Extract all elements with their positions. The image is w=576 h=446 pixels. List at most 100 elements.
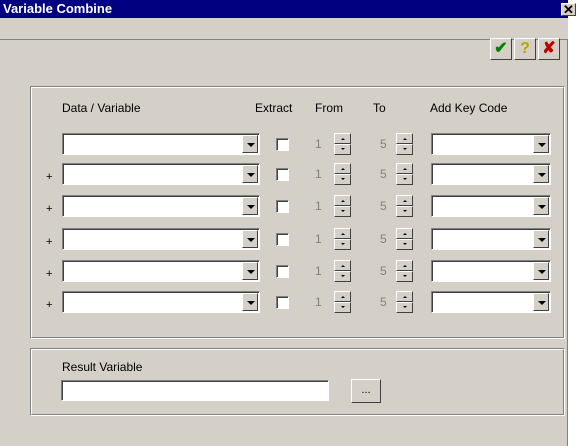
result-variable-label: Result Variable xyxy=(62,360,143,374)
chevron-down-icon[interactable] xyxy=(242,262,258,280)
to-value: 5 xyxy=(380,295,387,309)
cancel-button[interactable]: ✘ xyxy=(538,38,560,60)
chevron-down-icon[interactable] xyxy=(533,230,549,248)
window-title: Variable Combine xyxy=(3,1,113,16)
spin-down-icon[interactable] xyxy=(396,302,413,313)
close-icon: ✕ xyxy=(563,2,574,17)
from-value: 1 xyxy=(315,264,322,278)
chevron-down-icon[interactable] xyxy=(533,135,549,153)
spin-up-icon[interactable] xyxy=(334,195,351,206)
chevron-down-icon[interactable] xyxy=(242,293,258,311)
spin-up-icon[interactable] xyxy=(396,195,413,206)
spin-up-icon[interactable] xyxy=(396,163,413,174)
key-code-combo[interactable] xyxy=(431,260,551,282)
spin-down-icon[interactable] xyxy=(334,206,351,217)
header-extract: Extract xyxy=(255,101,293,115)
spin-down-icon[interactable] xyxy=(396,144,413,155)
toolbar xyxy=(0,18,568,40)
extract-checkbox[interactable] xyxy=(276,138,289,151)
chevron-down-icon[interactable] xyxy=(242,165,258,183)
from-value: 1 xyxy=(315,137,322,151)
spin-down-icon[interactable] xyxy=(334,144,351,155)
spin-down-icon[interactable] xyxy=(334,239,351,250)
extract-checkbox[interactable] xyxy=(276,233,289,246)
to-spinner[interactable] xyxy=(396,163,413,185)
spin-down-icon[interactable] xyxy=(396,206,413,217)
to-value: 5 xyxy=(380,137,387,151)
chevron-down-icon[interactable] xyxy=(533,197,549,215)
ok-button[interactable]: ✔ xyxy=(490,38,512,60)
question-icon: ? xyxy=(520,40,530,57)
variable-combo[interactable] xyxy=(62,260,260,282)
extract-checkbox[interactable] xyxy=(276,265,289,278)
key-code-combo[interactable] xyxy=(431,163,551,185)
spin-up-icon[interactable] xyxy=(396,260,413,271)
header-from: From xyxy=(315,101,343,115)
spin-down-icon[interactable] xyxy=(396,174,413,185)
variable-combo[interactable] xyxy=(62,291,260,313)
chevron-down-icon[interactable] xyxy=(533,262,549,280)
title-bar: Variable Combine xyxy=(0,0,568,18)
key-code-combo[interactable] xyxy=(431,291,551,313)
header-add-key-code: Add Key Code xyxy=(430,101,508,115)
chevron-down-icon[interactable] xyxy=(242,135,258,153)
from-spinner[interactable] xyxy=(334,291,351,313)
row-prefix: + xyxy=(46,203,53,215)
close-button[interactable]: ✕ xyxy=(561,3,576,16)
row-prefix: + xyxy=(46,299,53,311)
extract-checkbox[interactable] xyxy=(276,168,289,181)
chevron-down-icon[interactable] xyxy=(242,230,258,248)
header-to: To xyxy=(373,101,386,115)
variable-combo[interactable] xyxy=(62,133,260,155)
to-spinner[interactable] xyxy=(396,133,413,155)
from-value: 1 xyxy=(315,167,322,181)
from-value: 1 xyxy=(315,295,322,309)
to-spinner[interactable] xyxy=(396,228,413,250)
spin-up-icon[interactable] xyxy=(334,260,351,271)
from-spinner[interactable] xyxy=(334,133,351,155)
result-variable-input[interactable] xyxy=(61,380,329,401)
key-code-combo[interactable] xyxy=(431,133,551,155)
key-code-combo[interactable] xyxy=(431,195,551,217)
extract-checkbox[interactable] xyxy=(276,200,289,213)
variable-combo[interactable] xyxy=(62,163,260,185)
from-value: 1 xyxy=(315,199,322,213)
spin-up-icon[interactable] xyxy=(396,228,413,239)
spin-down-icon[interactable] xyxy=(334,271,351,282)
chevron-down-icon[interactable] xyxy=(242,197,258,215)
from-spinner[interactable] xyxy=(334,228,351,250)
to-value: 5 xyxy=(380,264,387,278)
checkmark-icon: ✔ xyxy=(494,40,508,57)
variable-combo[interactable] xyxy=(62,228,260,250)
extract-checkbox[interactable] xyxy=(276,296,289,309)
to-spinner[interactable] xyxy=(396,260,413,282)
spin-down-icon[interactable] xyxy=(334,302,351,313)
from-spinner[interactable] xyxy=(334,163,351,185)
to-value: 5 xyxy=(380,167,387,181)
variable-combo[interactable] xyxy=(62,195,260,217)
to-spinner[interactable] xyxy=(396,195,413,217)
to-spinner[interactable] xyxy=(396,291,413,313)
help-button[interactable]: ? xyxy=(514,38,536,60)
header-data-variable: Data / Variable xyxy=(62,101,141,115)
x-icon: ✘ xyxy=(542,40,556,57)
to-value: 5 xyxy=(380,199,387,213)
from-value: 1 xyxy=(315,232,322,246)
spin-up-icon[interactable] xyxy=(334,163,351,174)
chevron-down-icon[interactable] xyxy=(533,165,549,183)
spin-down-icon[interactable] xyxy=(396,271,413,282)
row-prefix: + xyxy=(46,236,53,248)
to-value: 5 xyxy=(380,232,387,246)
spin-up-icon[interactable] xyxy=(334,228,351,239)
from-spinner[interactable] xyxy=(334,260,351,282)
key-code-combo[interactable] xyxy=(431,228,551,250)
spin-up-icon[interactable] xyxy=(396,291,413,302)
spin-down-icon[interactable] xyxy=(334,174,351,185)
browse-button[interactable]: ... xyxy=(351,379,381,403)
from-spinner[interactable] xyxy=(334,195,351,217)
spin-down-icon[interactable] xyxy=(396,239,413,250)
spin-up-icon[interactable] xyxy=(334,133,351,144)
spin-up-icon[interactable] xyxy=(396,133,413,144)
spin-up-icon[interactable] xyxy=(334,291,351,302)
chevron-down-icon[interactable] xyxy=(533,293,549,311)
